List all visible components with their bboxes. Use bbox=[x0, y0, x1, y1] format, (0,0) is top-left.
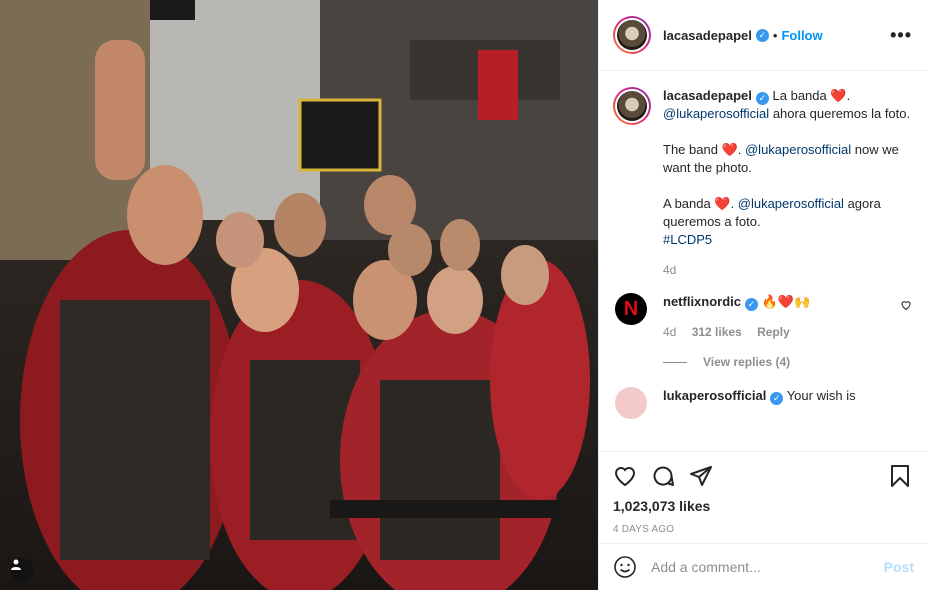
add-comment-bar: Add a comment... Post bbox=[599, 543, 928, 590]
avatar-image bbox=[617, 20, 647, 50]
comment-age[interactable]: 4d bbox=[663, 325, 676, 339]
comments-list[interactable]: lacasadepapel ✓ La banda ❤️. @lukaperosof… bbox=[599, 71, 928, 451]
emoji-icon[interactable] bbox=[613, 555, 637, 579]
post-header: lacasadepapel ✓ • Follow ••• bbox=[599, 0, 928, 71]
avatar-border bbox=[615, 89, 649, 123]
comment-icon[interactable] bbox=[651, 464, 675, 488]
reply-button[interactable]: Reply bbox=[757, 325, 790, 339]
tag-user-button[interactable] bbox=[10, 558, 34, 582]
hashtag-link[interactable]: #LCDP5 bbox=[663, 232, 712, 247]
commenter-avatar[interactable]: N bbox=[615, 293, 647, 325]
heart-icon[interactable] bbox=[613, 464, 637, 488]
caption-age[interactable]: 4d bbox=[663, 263, 676, 277]
verified-icon: ✓ bbox=[745, 298, 759, 311]
commenter-avatar[interactable] bbox=[615, 387, 647, 419]
account-avatar[interactable] bbox=[613, 16, 651, 54]
follow-button[interactable]: Follow bbox=[781, 28, 822, 43]
mention-link[interactable]: @lukaperosofficial bbox=[745, 142, 851, 157]
post-comment-button[interactable]: Post bbox=[884, 559, 914, 575]
caption-text-2: The band bbox=[663, 142, 718, 157]
verified-icon: ✓ bbox=[755, 92, 769, 105]
heart-emoji: ❤️ bbox=[721, 142, 738, 157]
mention-link[interactable]: @lukaperosofficial bbox=[738, 196, 844, 211]
separator-dot: • bbox=[772, 27, 778, 43]
likes-count[interactable]: 1,023,073 likes bbox=[613, 498, 912, 514]
mention-link[interactable]: @lukaperosofficial bbox=[663, 106, 769, 121]
more-icon[interactable]: ••• bbox=[890, 25, 912, 46]
post-photo-image bbox=[0, 0, 598, 590]
heart-emoji: ❤️ bbox=[714, 196, 731, 211]
view-replies-line bbox=[663, 361, 687, 363]
verified-icon: ✓ bbox=[770, 392, 784, 405]
avatar-border bbox=[615, 18, 649, 52]
share-icon[interactable] bbox=[689, 464, 713, 488]
tag-user-icon bbox=[11, 559, 21, 570]
post-actions: 1,023,073 likes 4 DAYS AGO bbox=[599, 451, 928, 543]
comment-text: 🔥❤️🙌 bbox=[761, 294, 811, 309]
comment-likes[interactable]: 312 likes bbox=[692, 325, 742, 339]
account-username[interactable]: lacasadepapel bbox=[663, 28, 752, 43]
post-side-panel: lacasadepapel ✓ • Follow ••• lacasadepap… bbox=[598, 0, 928, 590]
verified-icon: ✓ bbox=[755, 28, 769, 42]
instagram-post: lacasadepapel ✓ • Follow ••• lacasadepap… bbox=[0, 0, 928, 590]
caption: lacasadepapel ✓ La banda ❤️. @lukaperosof… bbox=[613, 87, 912, 279]
caption-avatar[interactable] bbox=[613, 87, 651, 125]
view-replies-button[interactable]: View replies (4) bbox=[663, 355, 912, 369]
caption-username[interactable]: lacasadepapel bbox=[663, 88, 752, 103]
comment-item: N netflixnordic ✓ 🔥❤️🙌 4d 312 likes Reply bbox=[613, 293, 912, 341]
comment-item: lukaperosofficial ✓ Your wish is bbox=[613, 387, 912, 419]
bookmark-icon[interactable] bbox=[888, 464, 912, 488]
comment-text: Your wish is bbox=[786, 388, 856, 403]
comment-username[interactable]: lukaperosofficial bbox=[663, 388, 766, 403]
caption-text-1-rest: ahora queremos la foto. bbox=[772, 106, 911, 121]
view-replies-label: View replies (4) bbox=[703, 355, 791, 369]
heart-emoji: ❤️ bbox=[830, 88, 847, 103]
avatar-image bbox=[617, 91, 647, 121]
caption-text-1: La banda bbox=[772, 88, 827, 103]
comment-input[interactable]: Add a comment... bbox=[651, 559, 884, 575]
post-photo[interactable] bbox=[0, 0, 598, 590]
comment-like-icon[interactable] bbox=[900, 299, 912, 311]
caption-text-3: A banda bbox=[663, 196, 711, 211]
comment-username[interactable]: netflixnordic bbox=[663, 294, 741, 309]
post-timestamp[interactable]: 4 DAYS AGO bbox=[613, 524, 912, 535]
